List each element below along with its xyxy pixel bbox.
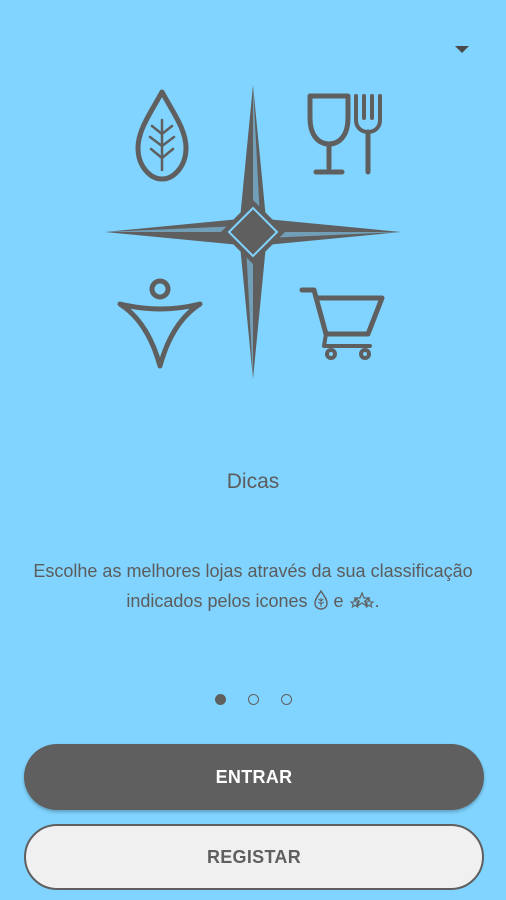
description-text: Escolhe as melhores lojas através da sua…: [33, 561, 473, 611]
leaf-drop-icon: [135, 89, 189, 182]
description-conjunction: e: [333, 591, 344, 611]
person-icon: [117, 278, 203, 369]
page-dot-1[interactable]: [214, 694, 226, 705]
page-dot-3[interactable]: [280, 694, 292, 705]
shopping-cart-icon: [299, 287, 385, 360]
stars-icon: [349, 589, 375, 619]
hero-illustration: [105, 85, 401, 379]
wine-fork-icon: [307, 93, 382, 175]
slide-description: Escolhe as melhores lojas através da sua…: [30, 556, 476, 619]
caret-down-icon: [455, 46, 469, 53]
leaf-drop-icon: [313, 589, 329, 619]
enter-button[interactable]: ENTRAR: [24, 744, 484, 810]
page-indicator: [0, 694, 506, 705]
page-dot-2[interactable]: [247, 694, 259, 705]
dropdown-toggle[interactable]: [448, 38, 476, 62]
slide-title: Dicas: [226, 470, 280, 493]
register-button[interactable]: REGISTAR: [24, 824, 484, 890]
description-end: .: [374, 591, 380, 611]
